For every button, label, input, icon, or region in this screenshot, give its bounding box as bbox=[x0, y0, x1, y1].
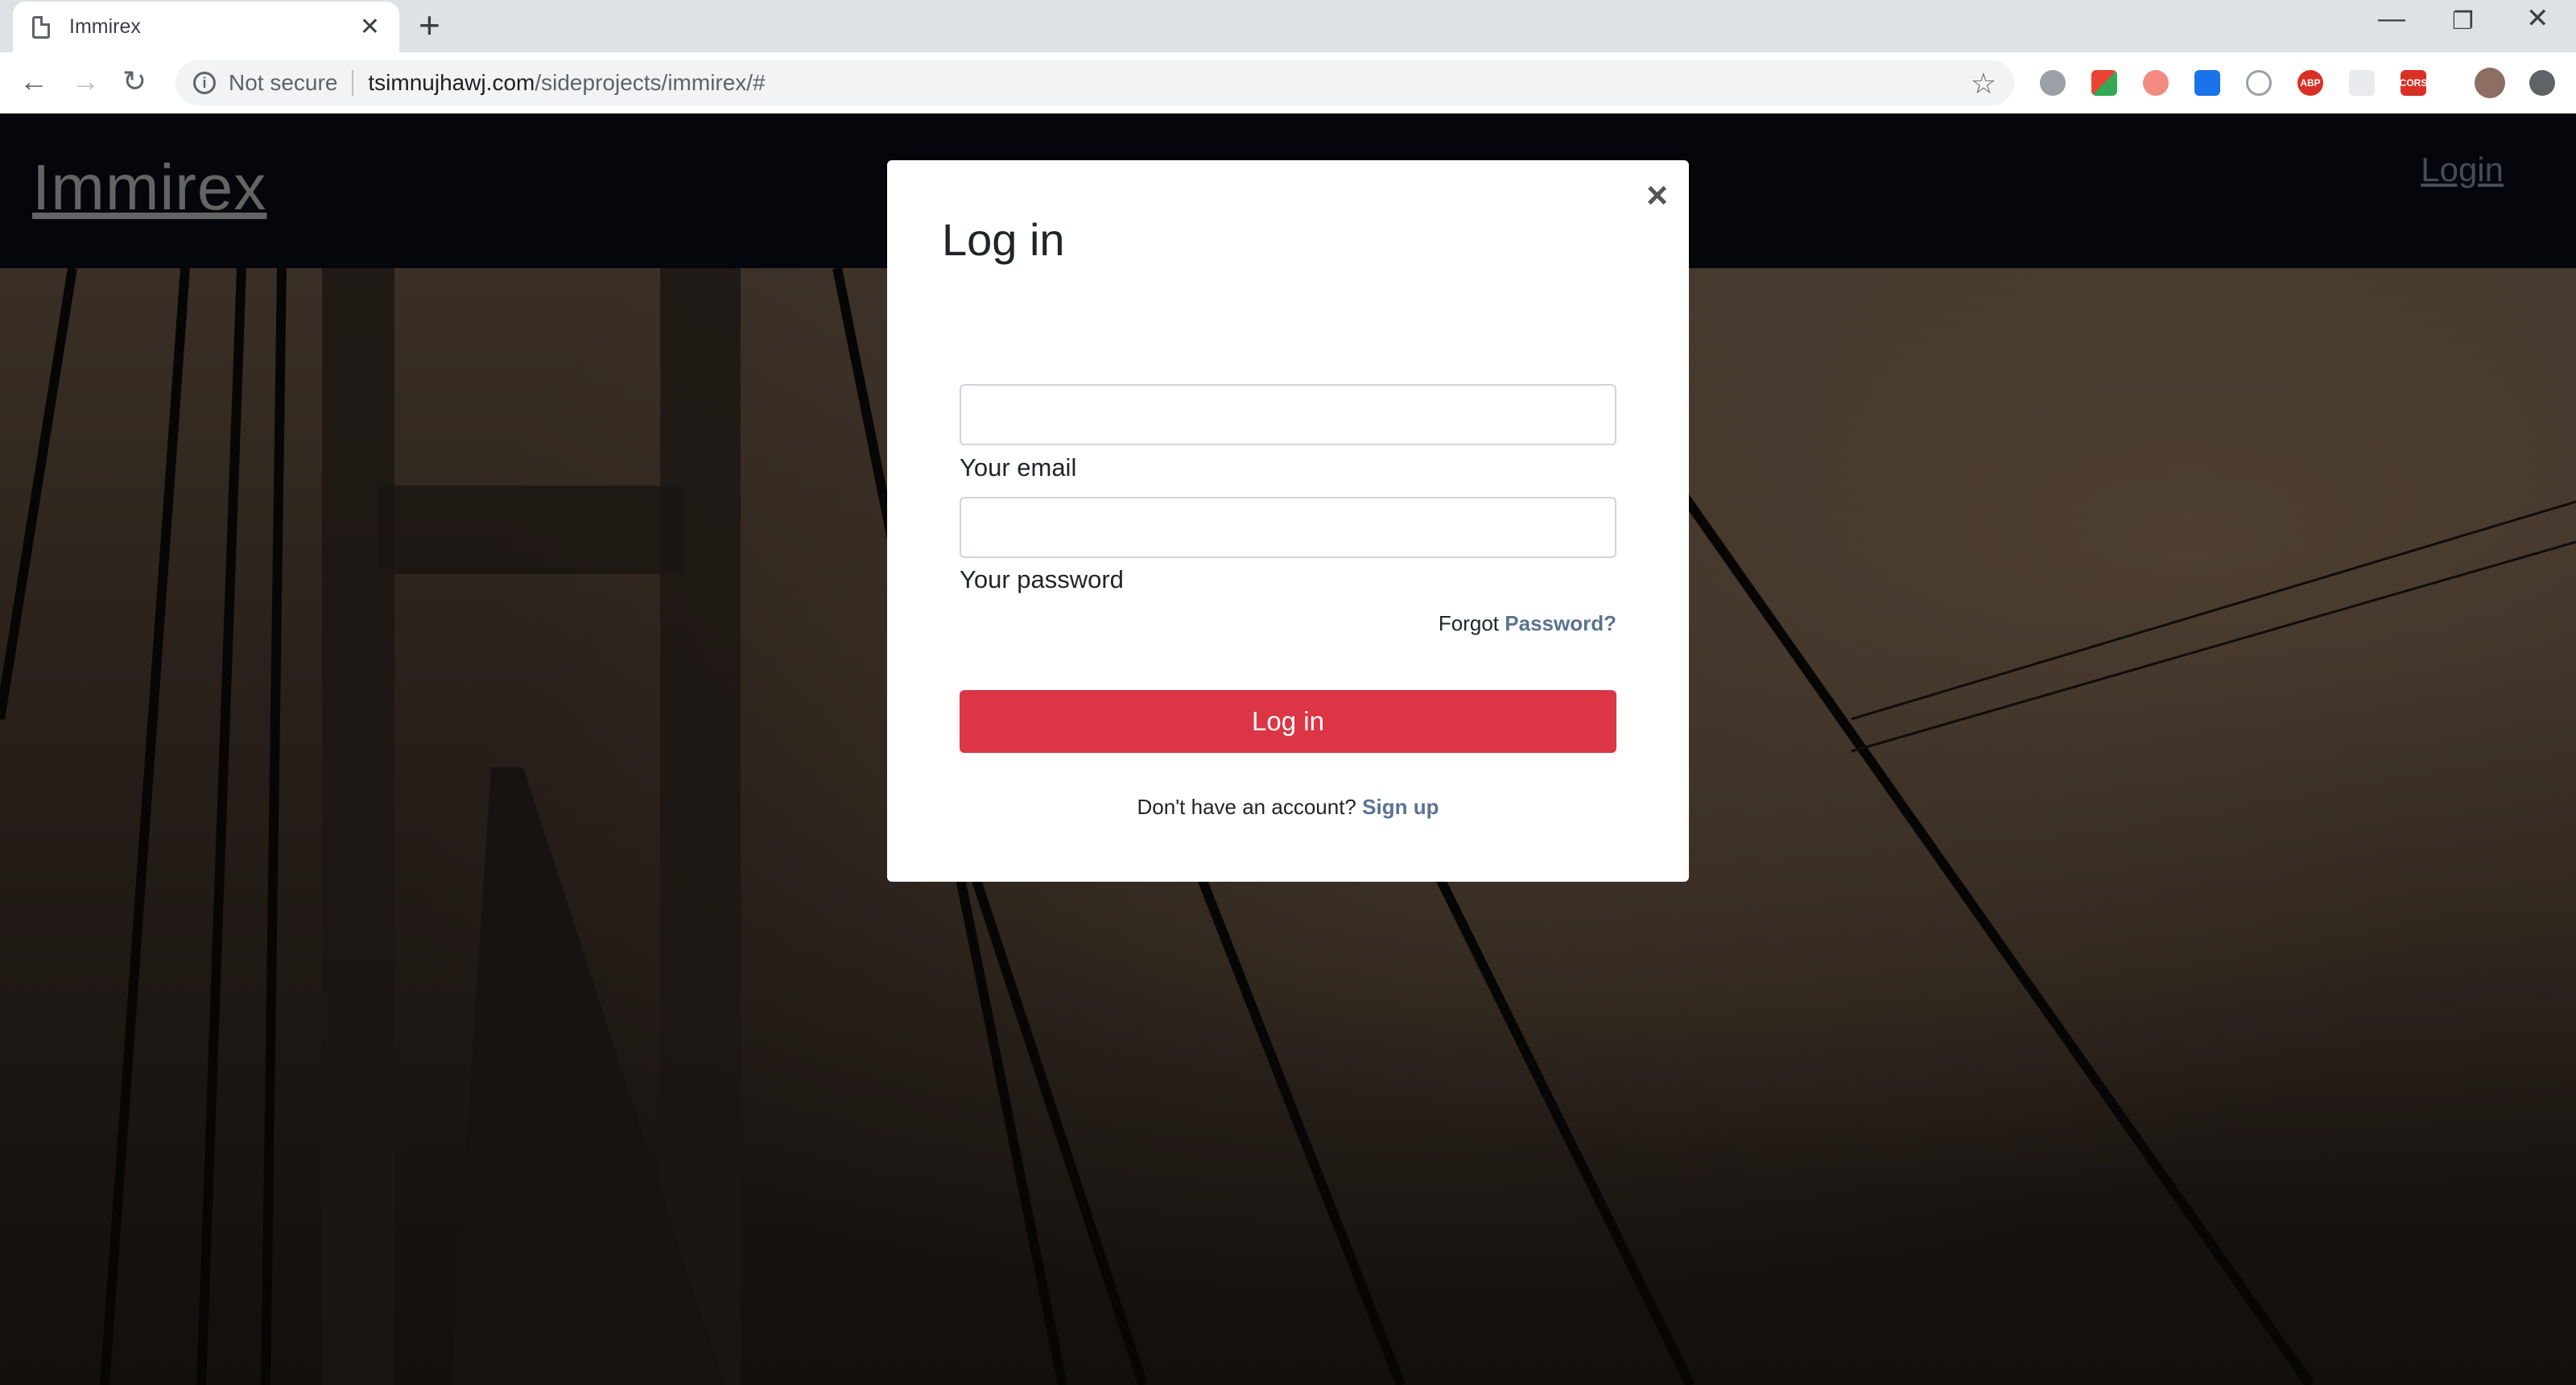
update-icon[interactable] bbox=[2529, 70, 2555, 96]
adblock-extension-icon[interactable]: ABP bbox=[2297, 70, 2323, 96]
signup-row: Don't have an account? Sign up bbox=[887, 795, 1689, 820]
url-host: tsimnujhawj.com bbox=[368, 70, 535, 95]
not-secure-label: Not secure bbox=[229, 70, 338, 95]
password-field[interactable] bbox=[960, 497, 1616, 558]
forgot-password-link[interactable]: Password? bbox=[1505, 611, 1616, 635]
browser-tabstrip: Immirex ✕ + — ❐ ✕ bbox=[0, 0, 2576, 52]
signup-link[interactable]: Sign up bbox=[1362, 795, 1439, 819]
new-tab-icon[interactable]: + bbox=[419, 6, 440, 43]
page: Immirex Login × Log in Your email Your p… bbox=[0, 114, 2576, 1385]
document-icon bbox=[32, 15, 50, 39]
url-path: /sideprojects/immirex/# bbox=[535, 70, 766, 95]
password-label: Your password bbox=[960, 565, 1124, 593]
grid-extension-icon[interactable] bbox=[2349, 70, 2375, 96]
login-submit-button[interactable]: Log in bbox=[960, 690, 1616, 753]
signup-text: Don't have an account? bbox=[1137, 795, 1356, 819]
browser-toolbar: ← → ↻ i Not secure tsimnujhawj.com/sidep… bbox=[0, 52, 2576, 114]
email-label: Your email bbox=[960, 453, 1077, 482]
back-icon[interactable]: ← bbox=[19, 67, 48, 96]
email-field[interactable] bbox=[960, 384, 1616, 445]
address-bar[interactable]: i Not secure tsimnujhawj.com/sideproject… bbox=[175, 60, 2014, 105]
minimize-icon[interactable]: — bbox=[2378, 5, 2405, 32]
forgot-password-row: Forgot Password? bbox=[1439, 611, 1616, 636]
colorful-extension-icon[interactable] bbox=[2091, 70, 2117, 96]
login-modal: × Log in Your email Your password Forgot… bbox=[887, 160, 1689, 882]
pen-extension-icon[interactable] bbox=[2194, 70, 2220, 96]
cors-extension-icon[interactable]: CORS bbox=[2400, 70, 2427, 96]
chat-extension-icon[interactable] bbox=[2040, 70, 2066, 96]
forgot-text: Forgot bbox=[1438, 611, 1500, 635]
browser-tab[interactable]: Immirex ✕ bbox=[13, 2, 399, 52]
info-icon[interactable]: i bbox=[193, 72, 216, 94]
restore-icon[interactable]: ❐ bbox=[2452, 10, 2474, 34]
tab-close-icon[interactable]: ✕ bbox=[360, 14, 380, 39]
circle-extension-icon[interactable] bbox=[2246, 70, 2272, 96]
tab-title: Immirex bbox=[69, 15, 141, 38]
window-close-icon[interactable]: ✕ bbox=[2526, 5, 2549, 32]
omnibox-divider bbox=[352, 70, 354, 96]
bookmark-star-icon[interactable]: ☆ bbox=[1971, 67, 1996, 101]
reload-icon[interactable]: ↻ bbox=[122, 67, 147, 96]
profile-avatar[interactable] bbox=[2475, 68, 2505, 98]
share-extension-icon[interactable] bbox=[2143, 70, 2169, 96]
modal-title: Log in bbox=[942, 214, 1065, 265]
forward-icon[interactable]: → bbox=[71, 67, 100, 96]
modal-close-icon[interactable]: × bbox=[1646, 176, 1668, 213]
